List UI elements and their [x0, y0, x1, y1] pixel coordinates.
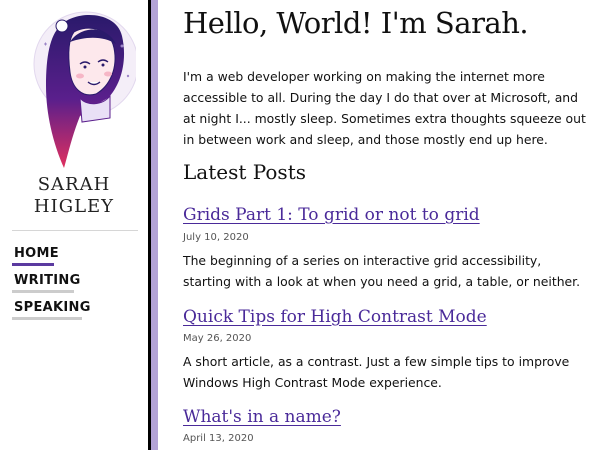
page-title: Hello, World! I'm Sarah.: [183, 6, 529, 40]
latest-posts-heading: Latest Posts: [183, 160, 306, 184]
nav-speaking-underline: [12, 317, 82, 320]
nav-writing[interactable]: WRITING: [14, 273, 81, 288]
site-name-line1: SARAH: [37, 174, 111, 195]
intro-text: I'm a web developer working on making th…: [183, 69, 586, 147]
nav-speaking[interactable]: SPEAKING: [14, 300, 91, 315]
post-date: July 10, 2020: [183, 232, 249, 243]
sidebar-rail: [148, 0, 158, 450]
sidebar: SARAH HIGLEY HOME WRITING SPEAKING: [0, 0, 148, 450]
post-title-link[interactable]: What's in a name?: [183, 407, 341, 427]
post-date: April 13, 2020: [183, 433, 254, 444]
post-excerpt: A short article, as a contrast. Just a f…: [183, 354, 570, 390]
sidebar-divider: [12, 230, 138, 231]
post-excerpt: The beginning of a series on interactive…: [183, 253, 581, 289]
post-title-link[interactable]: Grids Part 1: To grid or not to grid: [183, 205, 480, 225]
nav-writing-underline: [12, 290, 74, 293]
nav-home[interactable]: HOME: [14, 246, 59, 261]
post-date: May 26, 2020: [183, 333, 252, 344]
site-name-line2: HIGLEY: [33, 196, 115, 217]
avatar: [33, 11, 136, 169]
post-title-link[interactable]: Quick Tips for High Contrast Mode: [183, 307, 487, 327]
nav-home-underline: [12, 263, 54, 266]
